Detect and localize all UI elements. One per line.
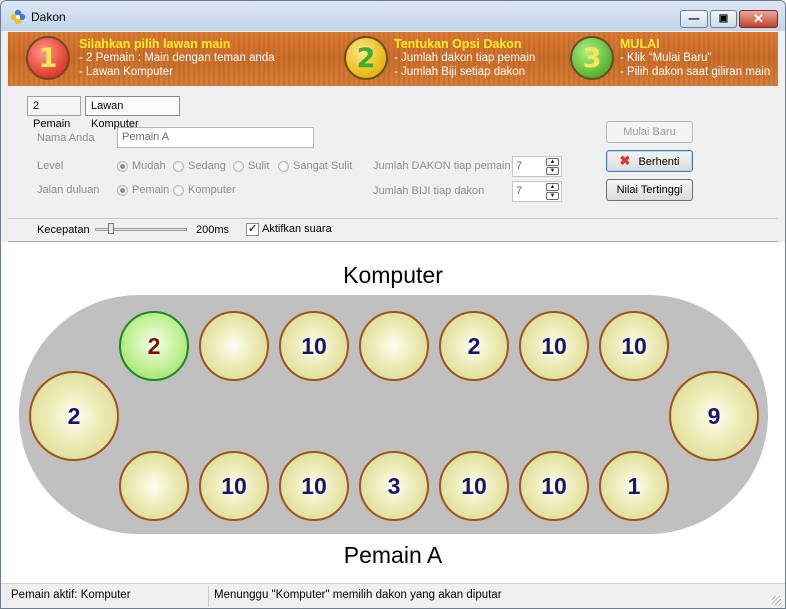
tab-lawan-komputer[interactable]: Lawan Komputer	[85, 96, 180, 130]
level-sulit-radio[interactable]	[233, 161, 244, 172]
first-pemain-label: Pemain	[132, 184, 170, 196]
instruction-banner: 1 Silahkan pilih lawan main - 2 Pemain :…	[8, 32, 778, 86]
tab-2-pemain[interactable]: 2 Pemain	[27, 96, 81, 130]
right-store: 9	[669, 371, 759, 461]
check-icon: ✓	[248, 223, 258, 235]
pit-top-7[interactable]: 10	[599, 311, 669, 381]
level-sangat-sulit-label: Sangat Sulit	[293, 160, 353, 172]
pit-bottom-2[interactable]: 10	[199, 451, 269, 521]
pit-bottom-1[interactable]	[119, 451, 189, 521]
pit-top-4[interactable]	[359, 311, 429, 381]
high-score-button[interactable]: Nilai Tertinggi	[606, 179, 693, 201]
speed-slider-thumb[interactable]	[108, 223, 114, 234]
stepper-up-icon[interactable]: ▲	[546, 183, 559, 191]
seeds-count-stepper[interactable]: 7 ▲ ▼	[512, 181, 562, 202]
pit-top-6[interactable]: 10	[519, 311, 589, 381]
step-2-text: Tentukan Opsi Dakon - Jumlah dakon tiap …	[394, 37, 536, 78]
title-bar[interactable]: Dakon — ▣ ✕	[1, 1, 785, 31]
bottom-player-name: Pemain A	[343, 542, 443, 568]
maximize-icon: ▣	[718, 13, 729, 24]
pits-count-stepper[interactable]: 7 ▲ ▼	[512, 156, 562, 177]
pit-bottom-7[interactable]: 1	[599, 451, 669, 521]
first-komputer-label: Komputer	[188, 184, 236, 196]
sound-label: Aktifkan suara	[262, 223, 332, 235]
window-title: Dakon	[31, 10, 66, 24]
name-label: Nama Anda	[37, 132, 95, 144]
pit-top-2[interactable]	[199, 311, 269, 381]
step-3-badge: 3	[570, 36, 614, 80]
first-pemain-radio[interactable]	[117, 185, 128, 196]
level-mudah-radio[interactable]	[117, 161, 128, 172]
step-1-badge: 1	[26, 36, 70, 80]
stop-x-icon: ✖	[619, 153, 631, 168]
pit-bottom-6[interactable]: 10	[519, 451, 589, 521]
status-divider	[208, 586, 209, 607]
level-sangat-sulit-radio[interactable]	[278, 161, 289, 172]
speed-label: Kecepatan	[37, 224, 90, 236]
step-3-text: MULAI - Klik “Mulai Baru” - Pilih dakon …	[620, 37, 771, 78]
resize-grip-icon[interactable]	[772, 596, 781, 605]
minimize-button[interactable]: —	[680, 10, 708, 28]
pit-top-1[interactable]: 2	[119, 311, 189, 381]
level-mudah-label: Mudah	[132, 160, 166, 172]
divider	[8, 218, 778, 219]
minimize-icon: —	[688, 13, 700, 25]
pit-bottom-3[interactable]: 10	[279, 451, 349, 521]
stepper-down-icon[interactable]: ▼	[546, 167, 559, 175]
pit-top-5[interactable]: 2	[439, 311, 509, 381]
seeds-count-label: Jumlah BIJI tiap dakon	[373, 185, 485, 197]
step-2-badge: 2	[344, 36, 388, 80]
speed-value: 200ms	[196, 224, 230, 236]
level-sulit-label: Sulit	[248, 160, 270, 172]
close-icon: ✕	[753, 11, 764, 26]
left-store: 2	[29, 371, 119, 461]
first-komputer-radio[interactable]	[173, 185, 184, 196]
pits-count-label: Jumlah DAKON tiap pemain	[373, 160, 511, 172]
level-label: Level	[37, 160, 64, 172]
flower-app-icon	[10, 9, 26, 25]
stepper-down-icon[interactable]: ▼	[546, 192, 559, 200]
pit-bottom-5[interactable]: 10	[439, 451, 509, 521]
close-button[interactable]: ✕	[739, 10, 778, 28]
sound-checkbox[interactable]: ✓	[246, 223, 259, 236]
status-bar: Pemain aktif: Komputer Menunggu "Kompute…	[1, 583, 785, 608]
new-game-button[interactable]: Mulai Baru	[606, 121, 693, 143]
stepper-up-icon[interactable]: ▲	[546, 158, 559, 166]
active-player-status: Pemain aktif: Komputer	[11, 589, 131, 601]
pit-top-3[interactable]: 10	[279, 311, 349, 381]
stop-button[interactable]: ✖ Berhenti	[606, 150, 693, 172]
level-sedang-label: Sedang	[188, 160, 226, 172]
pit-bottom-4[interactable]: 3	[359, 451, 429, 521]
first-move-label: Jalan duluan	[37, 184, 100, 196]
step-1-text: Silahkan pilih lawan main - 2 Pemain : M…	[79, 37, 275, 78]
maximize-button[interactable]: ▣	[710, 10, 737, 28]
status-message: Menunggu "Komputer" memilih dakon yang a…	[214, 589, 502, 601]
top-player-name: Komputer	[343, 262, 443, 288]
app-window: Dakon — ▣ ✕ 1 Silahkan pilih lawan main …	[0, 0, 786, 609]
name-input[interactable]: Pemain A	[117, 127, 314, 148]
level-sedang-radio[interactable]	[173, 161, 184, 172]
